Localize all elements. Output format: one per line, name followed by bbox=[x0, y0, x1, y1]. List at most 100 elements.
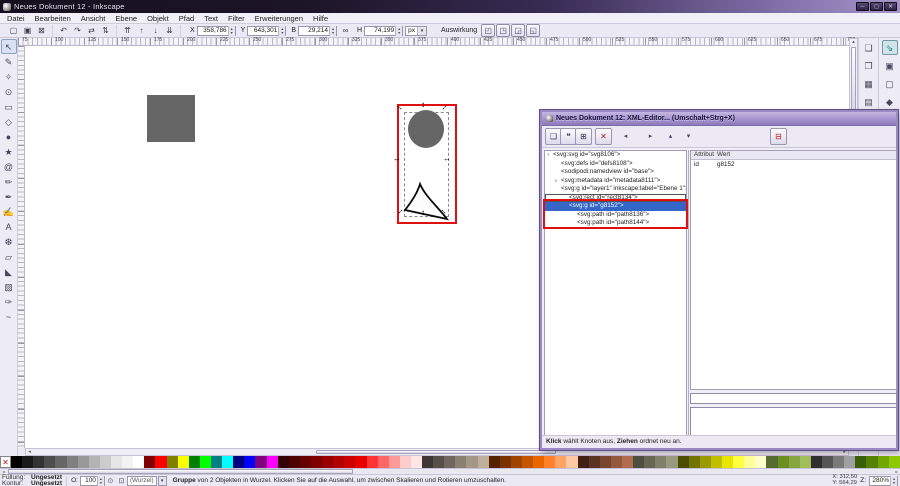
tweak-tool-button[interactable]: ✧ bbox=[1, 69, 17, 84]
snap-bbox-button[interactable]: ▣ bbox=[882, 58, 898, 73]
color-swatch[interactable] bbox=[278, 456, 289, 468]
rotate-cw-button[interactable]: ↷ bbox=[71, 25, 84, 37]
color-swatch[interactable] bbox=[55, 456, 66, 468]
move-node-down-button[interactable]: ▾ bbox=[681, 130, 696, 143]
color-swatch[interactable] bbox=[333, 456, 344, 468]
color-swatch[interactable] bbox=[878, 456, 889, 468]
color-swatch[interactable] bbox=[100, 456, 111, 468]
horizontal-ruler[interactable]: 7510012515017520022525027530032535037540… bbox=[18, 38, 850, 46]
scale-handle-top[interactable]: ↕ bbox=[419, 101, 427, 109]
color-swatch[interactable] bbox=[589, 456, 600, 468]
x-field[interactable]: 358,786▴▾ bbox=[197, 26, 236, 36]
color-swatch[interactable] bbox=[655, 456, 666, 468]
color-swatch[interactable] bbox=[533, 456, 544, 468]
minimize-button[interactable]: ─ bbox=[856, 2, 869, 11]
scroll-left-icon[interactable]: ◂ bbox=[26, 449, 33, 456]
width-field[interactable]: 29,214▴▾ bbox=[298, 26, 337, 36]
color-swatch[interactable] bbox=[611, 456, 622, 468]
color-swatch[interactable] bbox=[267, 456, 278, 468]
gradient-tool-button[interactable]: ▨ bbox=[1, 279, 17, 294]
spiral-tool-button[interactable]: @ bbox=[1, 159, 17, 174]
affect-rotate-button[interactable]: ◲ bbox=[511, 24, 525, 37]
color-swatch[interactable] bbox=[311, 456, 322, 468]
layer-select[interactable]: (Wurzel) bbox=[127, 476, 157, 486]
menu-hilfe[interactable]: Hilfe bbox=[308, 14, 333, 23]
color-swatch[interactable] bbox=[322, 456, 333, 468]
paint-bucket-tool-button[interactable]: ◣ bbox=[1, 264, 17, 279]
color-swatch[interactable] bbox=[866, 456, 877, 468]
color-swatch[interactable] bbox=[700, 456, 711, 468]
print-document-button[interactable]: ▤ bbox=[861, 94, 877, 109]
color-swatch[interactable] bbox=[500, 456, 511, 468]
color-swatch[interactable] bbox=[522, 456, 533, 468]
color-swatch[interactable] bbox=[811, 456, 822, 468]
delete-node-button[interactable]: ✕ bbox=[595, 128, 612, 145]
xml-tree[interactable]: ▿<svg:svg id="svg8106"><svg:defs id="def… bbox=[544, 150, 687, 439]
color-swatch[interactable] bbox=[555, 456, 566, 468]
color-swatch[interactable] bbox=[33, 456, 44, 468]
save-document-button[interactable]: ▦ bbox=[861, 76, 877, 91]
color-swatch[interactable] bbox=[44, 456, 55, 468]
attribute-table[interactable]: Attribut Wert idg8152 bbox=[690, 150, 897, 390]
select-all-layers-button[interactable]: ▣ bbox=[21, 25, 34, 37]
pane-divider[interactable] bbox=[688, 150, 689, 439]
xml-dialog-titlebar[interactable]: Neues Dokument 12: XML-Editor... (Umscha… bbox=[542, 112, 896, 126]
lock-ratio-icon[interactable]: ∞ bbox=[339, 25, 352, 37]
color-swatch[interactable] bbox=[711, 456, 722, 468]
vertical-ruler[interactable] bbox=[18, 46, 25, 448]
node-tool-button[interactable]: ✎ bbox=[1, 54, 17, 69]
color-swatch[interactable] bbox=[422, 456, 433, 468]
rectangle-tool-button[interactable]: ▭ bbox=[1, 99, 17, 114]
color-swatch[interactable] bbox=[111, 456, 122, 468]
menu-ebene[interactable]: Ebene bbox=[110, 14, 142, 23]
width-spinner[interactable]: ▴▾ bbox=[329, 26, 336, 36]
unit-dropdown-icon[interactable]: ▾ bbox=[417, 27, 426, 35]
spinner-down-icon[interactable]: ▾ bbox=[281, 31, 283, 35]
scale-handle-left[interactable]: ↔ bbox=[393, 155, 401, 163]
triangle-path-object[interactable] bbox=[400, 180, 452, 224]
color-swatch[interactable] bbox=[89, 456, 100, 468]
color-swatch[interactable] bbox=[378, 456, 389, 468]
menu-datei[interactable]: Datei bbox=[2, 14, 30, 23]
color-swatch[interactable] bbox=[211, 456, 222, 468]
attribute-row[interactable]: idg8152 bbox=[691, 160, 896, 169]
color-swatch[interactable] bbox=[678, 456, 689, 468]
color-swatch[interactable] bbox=[744, 456, 755, 468]
xml-node[interactable]: ▹<svg:metadata id="metadata8111"> bbox=[545, 177, 686, 186]
new-document-button[interactable]: ❏ bbox=[861, 40, 877, 55]
duplicate-node-button[interactable]: ⊞ bbox=[575, 128, 592, 145]
affect-move-button[interactable]: ◰ bbox=[481, 24, 495, 37]
color-swatch[interactable] bbox=[466, 456, 477, 468]
lower-to-bottom-button[interactable]: ⇊ bbox=[163, 25, 176, 37]
color-swatch[interactable] bbox=[633, 456, 644, 468]
affect-scale-button[interactable]: ◳ bbox=[496, 24, 510, 37]
opacity-field[interactable]: 100▴▾ bbox=[80, 476, 105, 486]
color-swatch[interactable] bbox=[22, 456, 33, 468]
color-swatch[interactable] bbox=[766, 456, 777, 468]
indent-node-button[interactable]: ▸ bbox=[643, 130, 658, 143]
spinner-down-icon[interactable]: ▾ bbox=[332, 31, 334, 35]
color-swatch[interactable] bbox=[344, 456, 355, 468]
height-field[interactable]: 74,199▴▾ bbox=[364, 26, 403, 36]
snap-toggle-button[interactable]: ⇘ bbox=[882, 40, 898, 55]
ellipse-object[interactable] bbox=[408, 110, 444, 148]
no-color-swatch[interactable]: ✕ bbox=[0, 456, 11, 468]
color-swatch[interactable] bbox=[300, 456, 311, 468]
color-swatch[interactable] bbox=[855, 456, 866, 468]
color-swatch[interactable] bbox=[411, 456, 422, 468]
color-swatch[interactable] bbox=[722, 456, 733, 468]
color-swatch[interactable] bbox=[578, 456, 589, 468]
color-swatch[interactable] bbox=[789, 456, 800, 468]
snap-bbox-edges-button[interactable]: ▢ bbox=[882, 76, 898, 91]
pencil-tool-button[interactable]: ✏ bbox=[1, 174, 17, 189]
selector-tool-button[interactable]: ↖ bbox=[1, 39, 17, 54]
menu-pfad[interactable]: Pfad bbox=[174, 14, 199, 23]
color-swatch[interactable] bbox=[455, 456, 466, 468]
layer-dropdown-icon[interactable]: ▾ bbox=[158, 476, 167, 486]
select-all-button[interactable]: ▢ bbox=[7, 25, 20, 37]
spinner-down-icon[interactable]: ▾ bbox=[231, 31, 233, 35]
box3d-tool-button[interactable]: ◇ bbox=[1, 114, 17, 129]
ellipse-tool-button[interactable]: ● bbox=[1, 129, 17, 144]
xml-node[interactable]: ▿<svg:svg id="svg8106"> bbox=[545, 151, 686, 160]
x-spinner[interactable]: ▴▾ bbox=[228, 26, 235, 36]
